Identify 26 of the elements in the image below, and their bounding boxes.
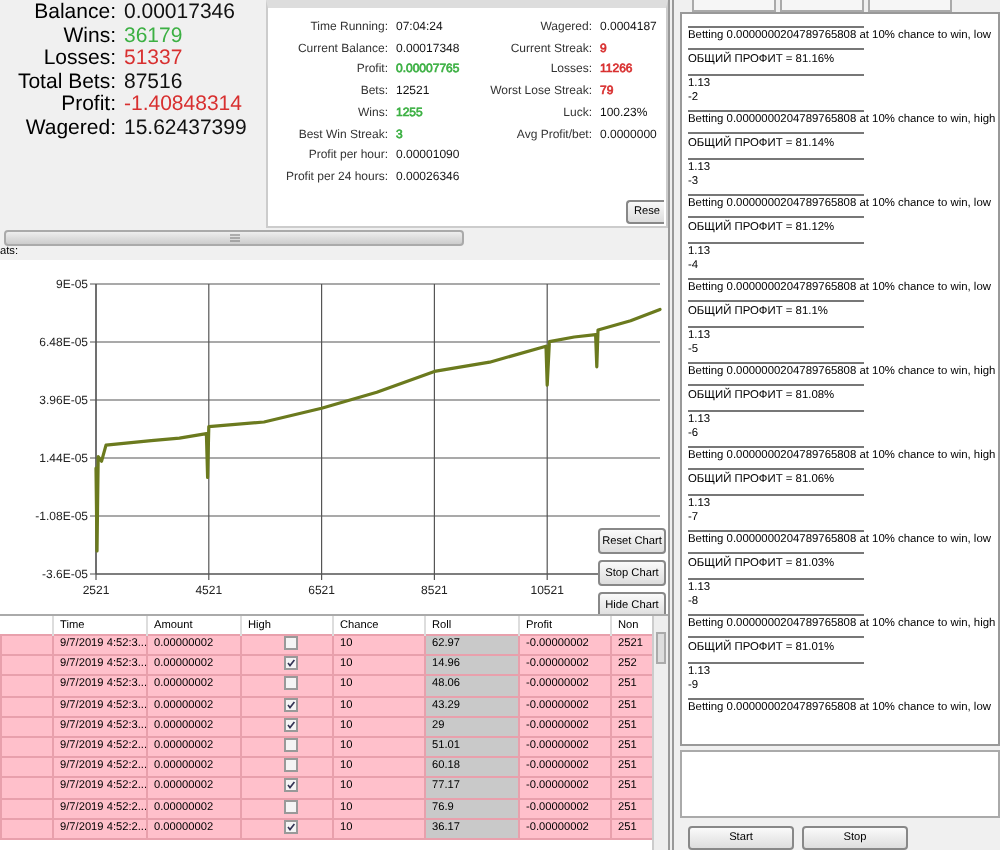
checkbox[interactable] [283,637,297,651]
stat-value: -1.40848314 [124,94,242,118]
stat-value: 51337 [124,48,183,72]
checkbox[interactable] [283,738,297,753]
checkbox[interactable] [283,718,297,732]
stat-label: Balance: [34,2,116,26]
stat-label: Losses: [43,48,116,72]
checkbox[interactable] [283,820,297,834]
checkbox[interactable] [283,759,297,773]
checkbox[interactable] [283,657,297,671]
stat-value: 36179 [124,25,183,49]
scrollbar[interactable] [4,230,464,246]
scrollbar[interactable] [652,616,668,850]
stat-value: 15.62437399 [124,117,247,142]
stat-value: 0.00017346 [124,2,235,26]
stat-label: Profit: [61,94,116,118]
stat-value: 87516 [124,71,183,95]
checkbox[interactable] [283,779,297,793]
checkbox[interactable] [283,677,297,691]
checkbox[interactable] [283,800,297,814]
stat-label: Wins: [63,25,116,49]
input-field[interactable] [680,750,1000,818]
stat-label: Wagered: [25,117,116,142]
stat-label: Total Bets: [17,71,116,94]
grip-icon [229,234,239,242]
checkbox[interactable] [283,698,297,712]
